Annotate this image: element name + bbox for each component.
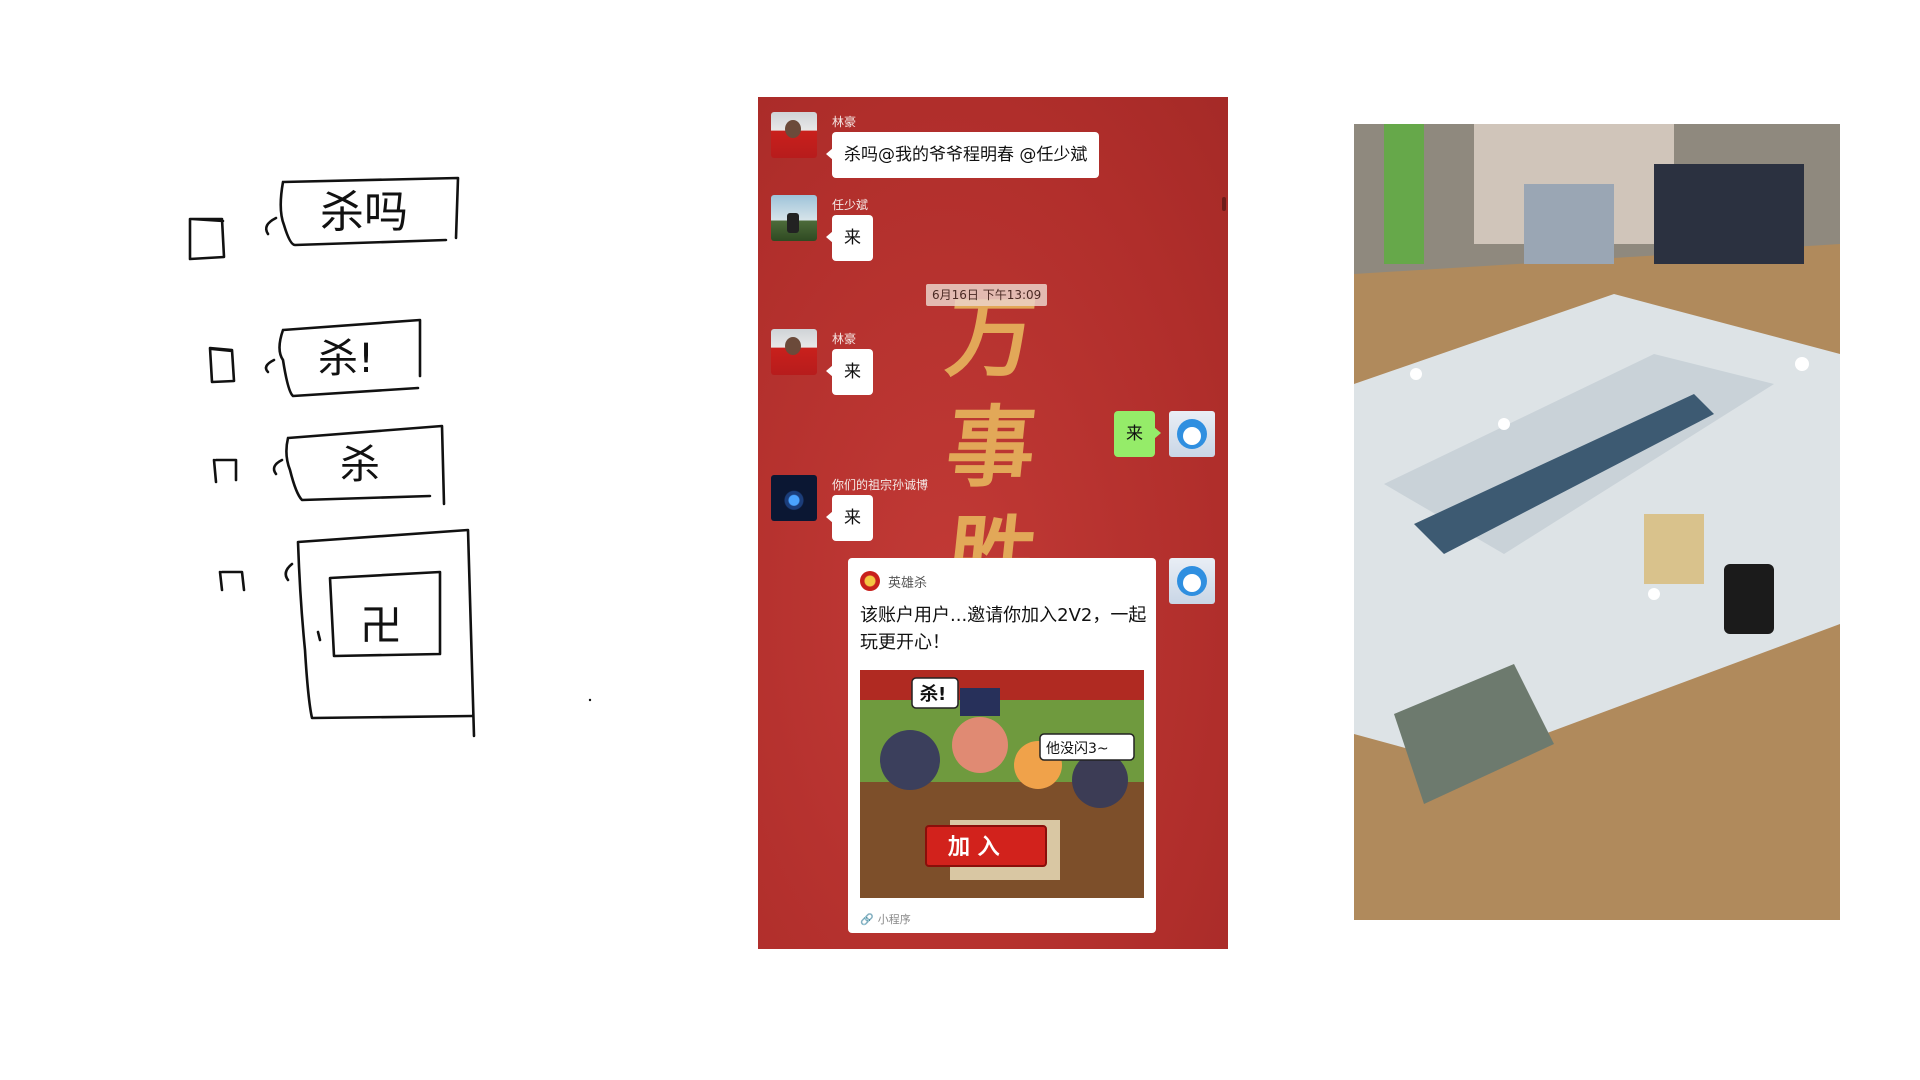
sketch-avatar-4 xyxy=(218,570,246,592)
message-bubble[interactable]: 来 xyxy=(826,495,873,541)
wireframe-sketch: 杀吗 杀! 杀 卍 xyxy=(188,176,592,738)
mini-program-link-icon: 🔗 xyxy=(860,912,874,926)
sketch-row-2 xyxy=(208,318,422,398)
avatar-linhao[interactable] xyxy=(771,329,817,375)
sketch-bubble-tail-4 xyxy=(284,562,294,582)
join-button-label[interactable]: 加 入 xyxy=(947,835,1000,860)
chat-scrollbar[interactable] xyxy=(1222,197,1226,211)
card-app-name: 英雄杀 xyxy=(888,575,928,591)
mini-program-label: 小程序 xyxy=(877,913,911,926)
mini-program-card[interactable]: 英雄杀 该账户用户...邀请你加入2V2，一起玩更开心！ 杀! 他没闪3~ 加 … xyxy=(848,558,1156,933)
game-logo-icon xyxy=(860,571,880,591)
sender-name: 林豪 xyxy=(832,115,857,129)
avatar-linhao[interactable] xyxy=(771,112,817,158)
sender-name: 林豪 xyxy=(832,332,857,346)
chat-screenshot: 万 事 胜 林豪 杀吗@我的爷爷程明春 @任少斌 任少斌 来 6月16日 下午1… xyxy=(758,97,1228,949)
board-game-photo xyxy=(1354,124,1840,920)
message-bubble[interactable]: 来 xyxy=(826,349,873,395)
background-calligraphy-2: 事 xyxy=(941,395,1041,499)
avatar-sunchengbo[interactable] xyxy=(771,475,817,521)
sketch-dot xyxy=(588,698,592,702)
sketch-row-3 xyxy=(212,424,446,506)
card-illustration: 杀! 他没闪3~ 加 入 xyxy=(860,670,1144,898)
speech-left: 杀! xyxy=(920,683,946,705)
speech-right: 他没闪3~ xyxy=(1046,741,1109,757)
sender-name: 任少斌 xyxy=(832,198,869,212)
chat-timestamp: 6月16日 下午13:09 xyxy=(926,284,1048,306)
sketch-avatar-3 xyxy=(212,458,238,484)
sketch-avatar-1 xyxy=(188,217,226,261)
sender-name: 你们的祖宗孙诚博 xyxy=(832,478,929,492)
my-message-bubble[interactable]: 来 xyxy=(1114,411,1161,457)
sketch-row-4 xyxy=(218,528,476,738)
sketch-avatar-2 xyxy=(208,346,236,384)
sketch-bubble-3-text: 杀 xyxy=(340,442,380,488)
card-title: 该账户用户...邀请你加入2V2，一起玩更开心！ xyxy=(860,605,1147,653)
sketch-bubble-tail-2 xyxy=(264,358,276,374)
avatar-renshaobin[interactable] xyxy=(771,195,817,241)
sketch-bubble-tail-1 xyxy=(264,216,278,236)
sketch-bubble-1-text: 杀吗 xyxy=(320,187,408,238)
card-cover-image: 杀! 他没闪3~ 加 入 xyxy=(860,670,1144,898)
sketch-bubble-tail-3 xyxy=(272,458,284,476)
sketch-bubble-2-text: 杀! xyxy=(318,336,374,382)
card-header: 英雄杀 xyxy=(860,570,927,592)
message-bubble[interactable]: 来 xyxy=(826,215,873,261)
avatar-me[interactable] xyxy=(1169,558,1215,604)
photo-illustration xyxy=(1354,124,1840,920)
sketch-card-tick xyxy=(316,630,322,642)
sketch-card-glyph: 卍 xyxy=(360,601,402,650)
card-footer: 🔗 小程序 xyxy=(860,911,911,927)
message-bubble[interactable]: 杀吗@我的爷爷程明春 @任少斌 xyxy=(825,132,1100,178)
avatar-me[interactable] xyxy=(1169,411,1215,457)
